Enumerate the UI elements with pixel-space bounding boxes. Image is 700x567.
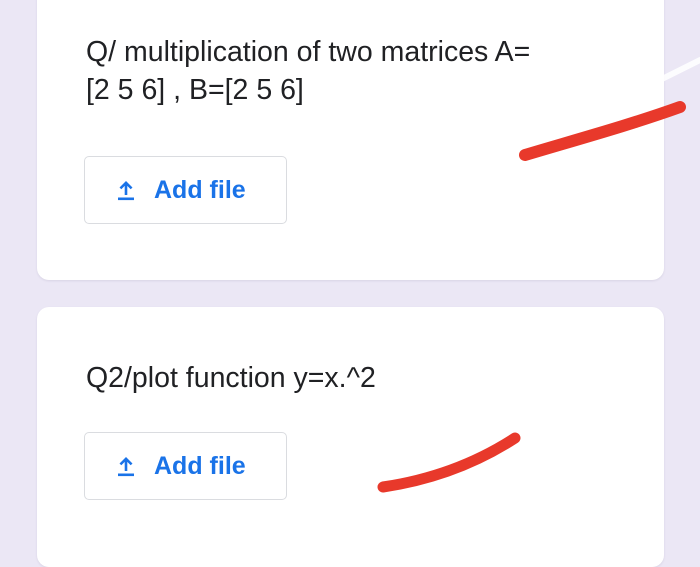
question-card-2: Q2/plot function y=x.^2 Add file — [37, 307, 664, 567]
upload-icon — [115, 454, 137, 478]
add-file-button-1[interactable]: Add file — [84, 156, 287, 224]
question-text-2: Q2/plot function y=x.^2 — [86, 362, 376, 394]
question-text-1: Q/ multiplication of two matrices A= [2 … — [86, 36, 531, 106]
upload-icon — [115, 178, 137, 202]
add-file-button-2[interactable]: Add file — [84, 432, 287, 500]
add-file-label-1: Add file — [154, 175, 246, 204]
add-file-label-2: Add file — [154, 451, 246, 480]
question-card-1: Q/ multiplication of two matrices A= [2 … — [37, 0, 664, 280]
